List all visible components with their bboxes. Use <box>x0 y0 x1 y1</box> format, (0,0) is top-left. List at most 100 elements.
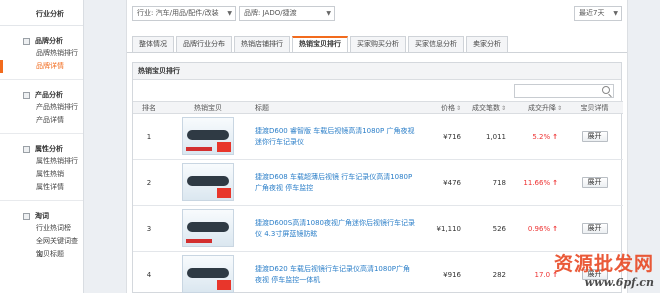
arrow-up-icon: ↑ <box>552 178 558 187</box>
period-select-value: 最近7天 <box>579 9 605 17</box>
search-input[interactable] <box>514 84 614 98</box>
tab-overview[interactable]: 整体情况 <box>132 36 174 52</box>
industry-select[interactable]: 行业: 汽车/用品/配件/改装 ▼ <box>132 6 236 21</box>
col-rank: 排名 <box>133 101 165 114</box>
sidebar-item-product-ranking[interactable]: 产品热销排行 <box>0 101 83 114</box>
detail-cell: 展开 <box>566 159 623 206</box>
table-header-row: 排名 热销宝贝 标题 价格⇕ 成交笔数⇕ 成交升降⇕ 宝贝详情 <box>133 101 623 114</box>
chevron-down-icon: ▼ <box>326 10 331 17</box>
price-cell: ¥476 <box>421 159 465 206</box>
industry-select-value: 行业: 汽车/用品/配件/改装 <box>137 9 219 17</box>
sidebar-group-brand: 品牌分析 品牌热销排行 品牌详情 <box>0 26 83 80</box>
detail-cell: 展开 <box>566 205 623 252</box>
change-value: 17.0 <box>534 270 551 279</box>
tab-seller[interactable]: 卖家分析 <box>466 36 508 52</box>
sidebar-item-brand-detail[interactable]: 品牌详情 <box>0 60 83 73</box>
sidebar-item-product-detail[interactable]: 产品详情 <box>0 114 83 127</box>
col-deals[interactable]: 成交笔数⇕ <box>465 101 510 114</box>
period-select[interactable]: 最近7天 ▼ <box>574 6 622 21</box>
collapse-icon <box>23 37 30 45</box>
col-change-label: 成交升降 <box>527 103 556 112</box>
table-row: 1 捷渡D600 睿智版 车载后视镜高清1080P 广角夜视迷你行车记录仪 ¥7… <box>133 113 623 160</box>
col-detail: 宝贝详情 <box>566 101 623 114</box>
sidebar-group-attribute: 属性分析 属性热销排行 属性热销 属性详情 <box>0 134 83 201</box>
sidebar-group-keywords: 淘词 行业热词榜 全网关键词查询 宝贝标题 <box>0 201 83 267</box>
tab-divider <box>127 52 627 53</box>
panel-title: 热销宝贝排行 <box>133 63 621 80</box>
sidebar-item-hot-words[interactable]: 行业热词榜 <box>0 222 83 235</box>
price-cell: ¥716 <box>421 113 465 160</box>
deals-cell: 526 <box>465 205 510 252</box>
sidebar-item-brand-ranking[interactable]: 品牌热销排行 <box>0 47 83 60</box>
arrow-up-icon: ↑ <box>552 132 558 141</box>
rank-cell: 4 <box>133 251 165 293</box>
sidebar-group-header[interactable]: 属性分析 <box>0 143 83 155</box>
product-image[interactable] <box>182 254 234 293</box>
col-item: 热销宝贝 <box>165 101 251 114</box>
col-price-label: 价格 <box>440 103 455 112</box>
tab-brand-industry[interactable]: 品牌行业分布 <box>176 36 232 52</box>
col-price[interactable]: 价格⇕ <box>421 101 465 114</box>
col-deals-label: 成交笔数 <box>471 103 500 112</box>
sidebar-group-title: 属性分析 <box>35 145 63 153</box>
deals-cell: 718 <box>465 159 510 206</box>
ranking-panel: 热销宝贝排行 排名 热销宝贝 标题 价格⇕ 成交笔数⇕ 成交升降⇕ 宝贝详情 1… <box>132 62 623 293</box>
item-cell <box>165 159 251 206</box>
tab-buyer-info[interactable]: 买家信息分析 <box>408 36 464 52</box>
main-content: 行业: 汽车/用品/配件/改装 ▼ 品牌: JADO/捷渡 ▼ 最近7天 ▼ 整… <box>126 0 628 293</box>
arrow-up-icon: ↑ <box>552 224 558 233</box>
item-title-link[interactable]: 捷渡D600 睿智版 车载后视镜高清1080P 广角夜视迷你行车记录仪 <box>251 113 421 160</box>
sidebar-item-attribute-hot[interactable]: 属性热销 <box>0 168 83 181</box>
change-cell: 0.96% ↑ <box>510 205 566 252</box>
item-cell <box>165 251 251 293</box>
rank-cell: 1 <box>133 113 165 160</box>
sidebar-item-attribute-detail[interactable]: 属性详情 <box>0 181 83 194</box>
expand-button[interactable]: 展开 <box>581 131 608 142</box>
table-row: 3 捷渡D600S高清1080夜视广角迷你后视镜行车记录仪 4.3寸屏蓝镜防眩 … <box>133 205 623 252</box>
detail-cell: 展开 <box>566 113 623 160</box>
item-cell <box>165 113 251 160</box>
product-image[interactable] <box>182 116 234 155</box>
search-icon[interactable] <box>602 86 610 94</box>
sidebar-item-keyword-query[interactable]: 全网关键词查询 <box>0 235 83 258</box>
expand-button[interactable]: 展开 <box>581 223 608 234</box>
item-cell <box>165 205 251 252</box>
watermark-line1: 资源批发网 <box>553 253 654 275</box>
product-image[interactable] <box>182 162 234 201</box>
filter-bar: 行业: 汽车/用品/配件/改装 ▼ 品牌: JADO/捷渡 ▼ 最近7天 ▼ <box>127 0 627 30</box>
item-title-link[interactable]: 捷渡D620 车载后视镜行车记录仪高清1080P广角夜视 停车监控一体机 <box>251 251 421 293</box>
sort-icon: ⇕ <box>556 104 562 112</box>
item-title-link[interactable]: 捷渡D600S高清1080夜视广角迷你后视镜行车记录仪 4.3寸屏蓝镜防眩 <box>251 205 421 252</box>
change-cell: 11.66% ↑ <box>510 159 566 206</box>
sidebar-item-attribute-ranking[interactable]: 属性热销排行 <box>0 155 83 168</box>
sidebar-item-item-title[interactable]: 宝贝标题 <box>0 248 83 261</box>
sidebar-top-industry-analysis[interactable]: 行业分析 <box>0 0 83 26</box>
expand-button[interactable]: 展开 <box>581 177 608 188</box>
sidebar-group-header[interactable]: 品牌分析 <box>0 35 83 47</box>
rank-cell: 3 <box>133 205 165 252</box>
collapse-icon <box>23 212 30 220</box>
tab-buyer-purchase[interactable]: 买家购买分析 <box>350 36 406 52</box>
product-image[interactable] <box>182 208 234 247</box>
ranking-table: 排名 热销宝贝 标题 价格⇕ 成交笔数⇕ 成交升降⇕ 宝贝详情 1 捷渡D600… <box>133 101 623 293</box>
change-value: 5.2% <box>532 132 551 141</box>
rank-cell: 2 <box>133 159 165 206</box>
tab-hot-shops[interactable]: 热销店铺排行 <box>234 36 290 52</box>
col-change[interactable]: 成交升降⇕ <box>510 101 566 114</box>
table-row: 4 捷渡D620 车载后视镜行车记录仪高清1080P广角夜视 停车监控一体机 ¥… <box>133 251 623 293</box>
deals-cell: 1,011 <box>465 113 510 160</box>
sidebar-group-header[interactable]: 产品分析 <box>0 89 83 101</box>
sidebar: 行业分析 品牌分析 品牌热销排行 品牌详情 产品分析 产品热销排行 产品详情 属… <box>0 0 84 293</box>
sidebar-group-title: 品牌分析 <box>35 37 63 45</box>
watermark: 资源批发网 www.6pf.cn <box>554 249 654 289</box>
watermark-line2: www.6pf.cn <box>584 276 654 289</box>
tab-hot-items[interactable]: 热销宝贝排行 <box>292 36 348 52</box>
item-title-link[interactable]: 捷渡D608 车载超薄后视镜 行车记录仪高清1080P广角夜视 停车监控 <box>251 159 421 206</box>
col-title: 标题 <box>251 101 421 114</box>
collapse-icon <box>23 145 30 153</box>
brand-select[interactable]: 品牌: JADO/捷渡 ▼ <box>239 6 335 21</box>
price-cell: ¥1,110 <box>421 205 465 252</box>
brand-select-value: 品牌: JADO/捷渡 <box>244 9 297 17</box>
sidebar-group-header[interactable]: 淘词 <box>0 210 83 222</box>
change-cell: 5.2% ↑ <box>510 113 566 160</box>
